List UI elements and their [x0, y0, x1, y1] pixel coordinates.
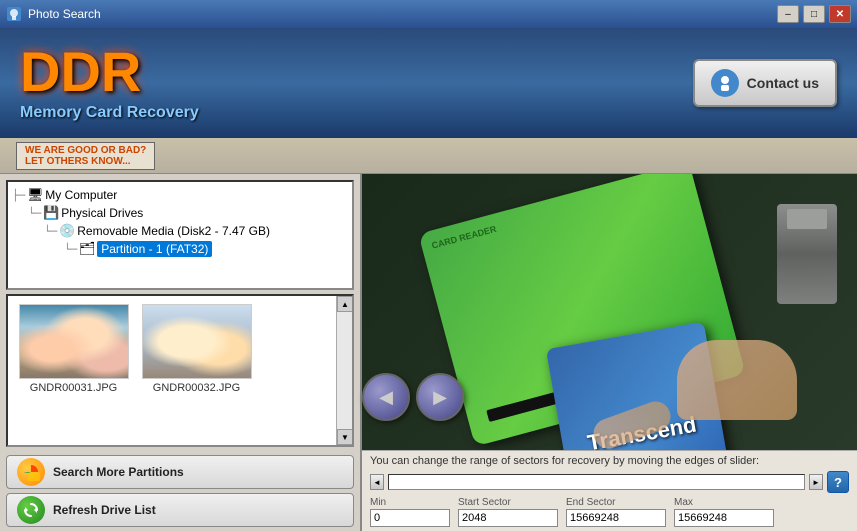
- search-partitions-icon: [17, 458, 45, 486]
- tree-item-partition[interactable]: └─ 🗂 Partition - 1 (FAT32): [12, 240, 348, 258]
- window-title: Photo Search: [28, 7, 101, 21]
- slider-left-arrow[interactable]: ◄: [370, 474, 384, 490]
- refresh-icon: [22, 501, 40, 519]
- usb-connector: [787, 209, 827, 229]
- phone-icon: [716, 74, 734, 92]
- banner-line1: WE ARE GOOD OR BAD?: [25, 145, 146, 156]
- start-label: Start Sector: [458, 497, 558, 508]
- tree-connector2: └─: [28, 207, 41, 220]
- reader-label: CARD READER: [431, 224, 498, 251]
- thumb-image-2: [142, 304, 252, 379]
- title-bar: Photo Search – □ ✕: [0, 0, 857, 28]
- contact-button[interactable]: Contact us: [693, 59, 837, 107]
- contact-icon: [711, 69, 739, 97]
- right-panel: CARD READER Transcend You can change the…: [362, 174, 857, 531]
- end-sector-input[interactable]: [566, 509, 666, 527]
- main-content: ├─ 🖥 My Computer └─ 💾 Physical Drives └─…: [0, 174, 857, 531]
- next-button[interactable]: ▶: [416, 373, 464, 421]
- min-input[interactable]: [370, 509, 450, 527]
- search-partitions-label: Search More Partitions: [53, 465, 184, 479]
- close-button[interactable]: ✕: [829, 5, 851, 23]
- slider-track[interactable]: [388, 474, 805, 490]
- tree-item-physicaldrives[interactable]: └─ 💾 Physical Drives: [12, 204, 348, 222]
- thumb-item-1[interactable]: GNDR00031.JPG: [16, 304, 131, 394]
- start-sector-input[interactable]: [458, 509, 558, 527]
- drive-icon: 💾: [43, 205, 59, 221]
- tree-item-mycomputer[interactable]: ├─ 🖥 My Computer: [12, 186, 348, 204]
- maximize-button[interactable]: □: [803, 5, 825, 23]
- sector-description: You can change the range of sectors for …: [370, 455, 849, 467]
- tree-item-removable[interactable]: └─ 💿 Removable Media (Disk2 - 7.47 GB): [12, 222, 348, 240]
- prev-button[interactable]: ◀: [362, 373, 410, 421]
- partition-icon: 🗂: [79, 241, 95, 257]
- refresh-drive-button[interactable]: Refresh Drive List: [6, 493, 354, 527]
- usb-plug: [777, 204, 837, 304]
- ddr-logo: DDR: [20, 44, 199, 100]
- bottom-buttons: Search More Partitions Refresh Drive Lis…: [0, 451, 360, 531]
- thumb-scrollbar[interactable]: ▲ ▼: [336, 296, 352, 445]
- contact-label: Contact us: [747, 75, 819, 91]
- nav-buttons: ◀ ▶: [362, 373, 464, 421]
- photo1-preview: [20, 305, 128, 378]
- tree-label-physicaldrives: Physical Drives: [61, 206, 143, 220]
- pie-chart-icon: [22, 463, 40, 481]
- thumb-item-2[interactable]: GNDR00032.JPG: [139, 304, 254, 394]
- header-left: DDR Memory Card Recovery: [20, 44, 199, 122]
- banner: WE ARE GOOD OR BAD? LET OTHERS KNOW...: [0, 138, 857, 174]
- computer-icon: 🖥: [27, 187, 43, 203]
- left-panel: ├─ 🖥 My Computer └─ 💾 Physical Drives └─…: [0, 174, 362, 531]
- min-label: Min: [370, 497, 450, 508]
- slider-right-arrow[interactable]: ►: [809, 474, 823, 490]
- banner-line2: LET OTHERS KNOW...: [25, 156, 146, 167]
- tree-label-mycomputer: My Computer: [45, 188, 117, 202]
- title-bar-left: Photo Search: [6, 6, 101, 22]
- search-partitions-button[interactable]: Search More Partitions: [6, 455, 354, 489]
- bottom-controls: You can change the range of sectors for …: [362, 450, 857, 531]
- banner-box: WE ARE GOOD OR BAD? LET OTHERS KNOW...: [16, 142, 155, 170]
- app-icon: [6, 6, 22, 22]
- thumb-label-2: GNDR00032.JPG: [153, 382, 240, 394]
- end-group: End Sector: [566, 497, 666, 527]
- min-group: Min: [370, 497, 450, 527]
- thumbnail-panel[interactable]: GNDR00031.JPG GNDR00032.JPG ▲ ▼: [6, 294, 354, 447]
- max-group: Max: [674, 497, 774, 527]
- tree-connector: ├─: [12, 189, 25, 202]
- tree-view[interactable]: ├─ 🖥 My Computer └─ 💾 Physical Drives └─…: [6, 180, 354, 290]
- header: DDR Memory Card Recovery Contact us: [0, 28, 857, 138]
- hand-hint: [677, 340, 797, 420]
- minimize-button[interactable]: –: [777, 5, 799, 23]
- app-subtitle: Memory Card Recovery: [20, 104, 199, 122]
- end-label: End Sector: [566, 497, 666, 508]
- tree-connector4: └─: [64, 243, 77, 256]
- thumb-label-1: GNDR00031.JPG: [30, 382, 117, 394]
- photo2-preview: [143, 305, 251, 378]
- values-row: Min Start Sector End Sector Max: [370, 497, 849, 527]
- thumb-image-1: [19, 304, 129, 379]
- tree-label-partition: Partition - 1 (FAT32): [97, 241, 212, 257]
- start-group: Start Sector: [458, 497, 558, 527]
- slider-row: ◄ ► ?: [370, 471, 849, 493]
- title-bar-controls: – □ ✕: [777, 5, 851, 23]
- removable-icon: 💿: [59, 223, 75, 239]
- tree-label-removable: Removable Media (Disk2 - 7.47 GB): [77, 224, 270, 238]
- max-label: Max: [674, 497, 774, 508]
- help-button[interactable]: ?: [827, 471, 849, 493]
- refresh-drive-label: Refresh Drive List: [53, 503, 156, 517]
- refresh-drive-icon: [17, 496, 45, 524]
- scroll-down-arrow[interactable]: ▼: [337, 429, 353, 445]
- scroll-up-arrow[interactable]: ▲: [337, 296, 353, 312]
- tree-connector3: └─: [44, 225, 57, 238]
- max-input[interactable]: [674, 509, 774, 527]
